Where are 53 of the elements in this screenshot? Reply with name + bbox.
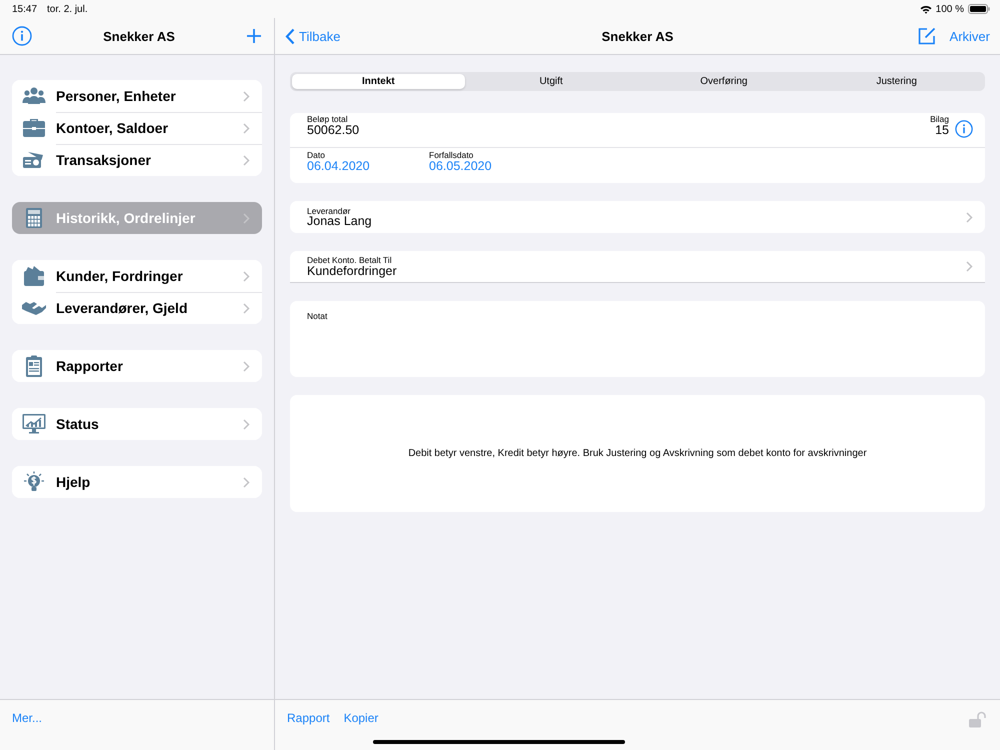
debit-account-row[interactable]: Debet Konto. Betalt Til Kundefordringer [290,251,985,283]
chevron-icon [243,270,250,282]
chevron-icon [243,360,250,372]
status-time: 15:47 [12,4,38,14]
field-label: Beløp total [307,115,349,124]
sidebar-title: Snekker AS [103,28,175,44]
chevron-icon [243,302,250,314]
compose-button[interactable] [916,25,938,47]
archive-button[interactable]: Arkiver [950,28,990,44]
info-button[interactable] [10,24,34,48]
compose-icon [918,27,936,45]
status-date: tor. 2. jul. [47,4,88,14]
chevron-icon [243,212,250,224]
battery-percent: 100 % [936,4,964,14]
back-button[interactable]: Tilbake [285,28,340,44]
segment-tab[interactable]: Overføring [638,74,810,89]
people-icon [22,85,46,107]
segment-tab[interactable]: Utgift [464,74,638,89]
briefcase-icon [22,117,46,139]
toolbar-link[interactable]: Rapport [287,711,330,725]
chevron-icon [966,212,973,222]
chevron-icon [243,122,250,134]
due-date-value[interactable]: 06.05.2020 [429,160,492,172]
add-button[interactable] [244,26,264,46]
field-label: Forfallsdato [429,151,474,160]
supplier-row[interactable]: Leverandør Jonas Lang [290,201,985,233]
info-icon[interactable] [955,120,973,138]
chevron-icon [966,261,973,272]
chevron-icon [243,154,250,166]
date-value[interactable]: 06.04.2020 [307,160,429,172]
hint-text: Debit betyr venstre, Kredit betyr høyre. Bruk Justering og Avskrivning som debet konto for avskrivninger [408,448,867,459]
monitor-chart-icon [22,413,46,435]
field-label: Dato [307,151,326,160]
note-field[interactable]: Notat [290,301,985,377]
lightbulb-icon [22,471,46,493]
plus-icon [246,28,262,44]
wallet-icon [22,265,46,287]
chevron-icon [243,418,250,430]
back-chevron-icon [285,28,295,44]
toolbar-link[interactable]: Kopier [344,711,378,725]
chevron-icon [243,476,250,488]
segment-tab[interactable]: Inntekt [292,74,465,89]
detail-title: Snekker AS [602,28,674,44]
battery-icon [968,4,990,14]
info-icon [12,26,32,46]
field-label: Bilag [930,115,949,124]
amount-value[interactable]: 50062.50 [307,124,360,136]
voucher-number: 15 [935,124,949,136]
field-label: Notat [307,311,328,321]
chevron-icon [243,90,250,102]
more-link[interactable]: Mer... [12,711,42,725]
segment-tab[interactable]: Justering [810,74,983,89]
wifi-icon [920,4,932,14]
